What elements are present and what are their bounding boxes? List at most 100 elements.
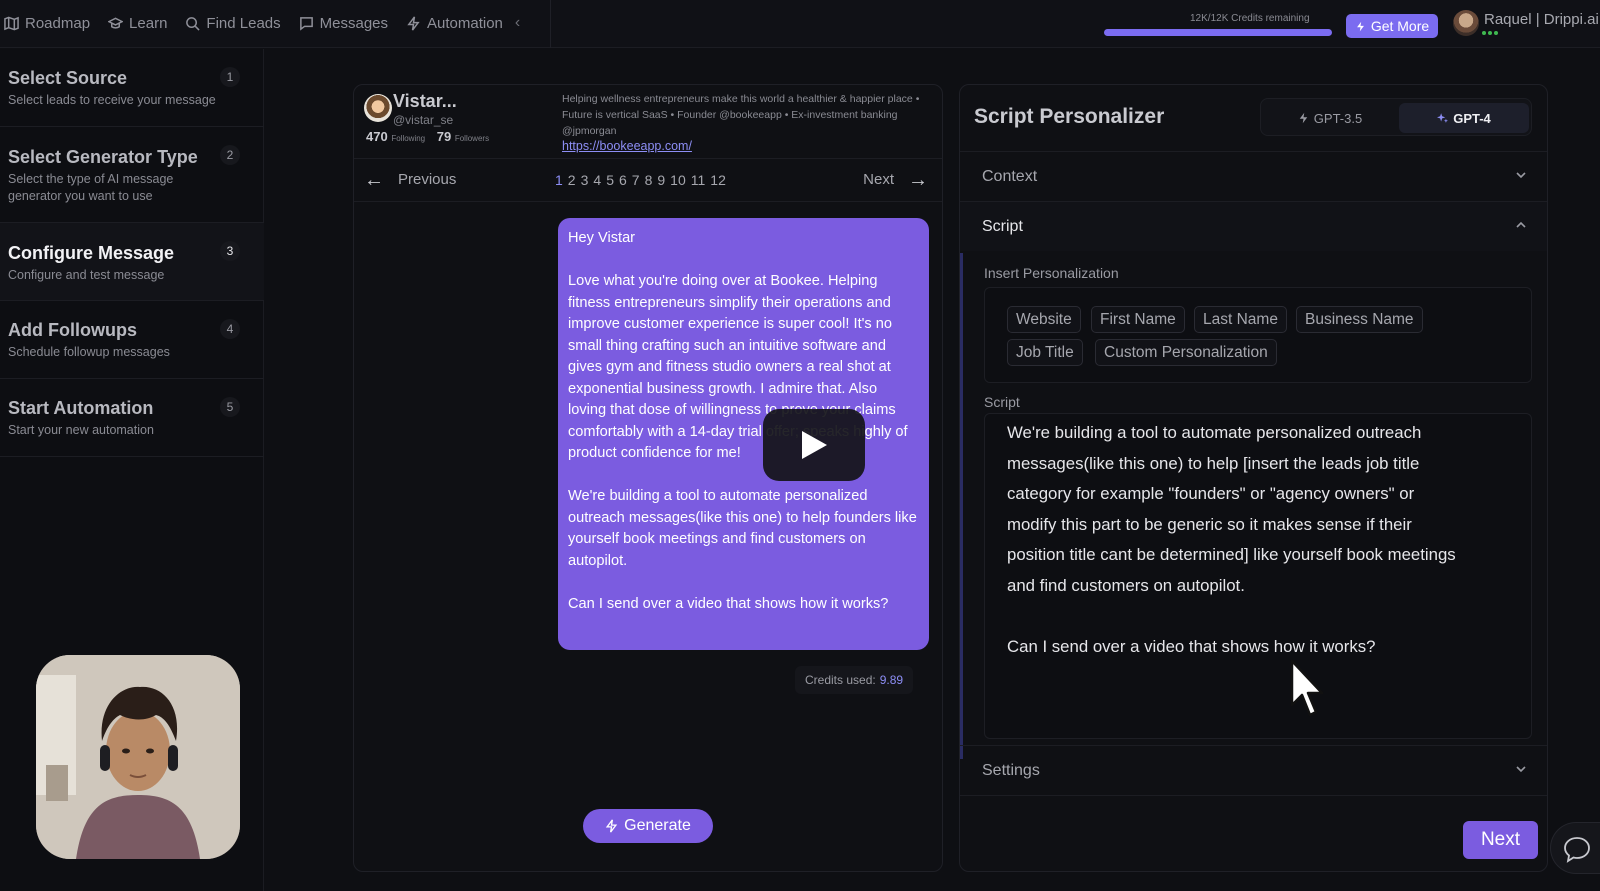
step-description: Start your new automation (8, 423, 154, 437)
step-select-generator-type[interactable]: Select Generator Type Select the type of… (0, 127, 264, 223)
divider (960, 795, 1547, 796)
insert-personalization-label: Insert Personalization (984, 265, 1119, 281)
nav-roadmap[interactable]: Roadmap (4, 15, 90, 32)
step-select-source[interactable]: Select Source Select leads to receive yo… (0, 49, 264, 127)
lightning-icon (1356, 21, 1364, 31)
lead-stats: 470 Following 79 Followers (366, 129, 497, 144)
message-greeting: Hey Vistar (568, 230, 636, 246)
previous-button[interactable]: ← Previous (364, 168, 457, 191)
gpt-4-option[interactable]: GPT-4 (1399, 103, 1529, 133)
nav-find-leads[interactable]: Find Leads (185, 15, 281, 32)
step-start-automation[interactable]: Start Automation Start your new automati… (0, 379, 264, 457)
page-number[interactable]: 9 (657, 172, 665, 188)
script-field-label: Script (984, 394, 1020, 410)
generate-button[interactable]: Generate (583, 809, 713, 843)
lead-bio: Helping wellness entrepreneurs make this… (562, 93, 920, 137)
chip-custom-personalization[interactable]: Custom Personalization (1095, 339, 1277, 366)
video-play-button[interactable] (763, 409, 865, 481)
page-number[interactable]: 12 (710, 172, 726, 188)
model-label: GPT-4 (1453, 110, 1491, 126)
page-number[interactable]: 5 (606, 172, 614, 188)
lead-website-link[interactable]: https://bookeeapp.com/ (562, 139, 692, 153)
next-lead-button[interactable]: Next → (863, 168, 928, 191)
step-number-badge: 4 (220, 319, 240, 339)
lightning-icon (407, 15, 420, 31)
step-description: Configure and test message (8, 268, 165, 282)
generated-message-bubble: Hey Vistar Love what you're doing over a… (558, 218, 929, 650)
personalization-chips: Website First Name Last Name Business Na… (984, 287, 1532, 383)
chip-business-name[interactable]: Business Name (1296, 306, 1423, 333)
arrow-right-icon: → (908, 168, 928, 191)
model-toggle: GPT-3.5 GPT-4 (1260, 98, 1532, 136)
user-name[interactable]: Raquel | Drippi.ai (1484, 11, 1599, 28)
presenter-image (36, 655, 240, 859)
nav-learn[interactable]: Learn (108, 15, 167, 32)
status-indicator (1482, 31, 1498, 35)
webcam-overlay (36, 655, 240, 859)
get-more-label: Get More (1370, 18, 1430, 34)
page-number[interactable]: 4 (593, 172, 601, 188)
main-nav: Roadmap Learn Find Leads Messages Automa… (4, 0, 520, 46)
accordion-label: Settings (982, 761, 1040, 779)
chip-first-name[interactable]: First Name (1091, 306, 1185, 333)
credits-used-value: 9.89 (879, 673, 904, 687)
chevron-down-icon (1516, 172, 1526, 179)
step-number-badge: 5 (220, 397, 240, 417)
sparkle-icon (1437, 113, 1449, 123)
context-accordion[interactable]: Context (960, 151, 1547, 201)
support-chat-button[interactable] (1550, 822, 1600, 874)
credits-used-badge: Credits used: 9.89 (795, 666, 914, 694)
page-number[interactable]: 3 (581, 172, 589, 188)
step-description: Select the type of AI message generator … (8, 172, 174, 203)
step-add-followups[interactable]: Add Followups Schedule followup messages… (0, 301, 264, 379)
lead-avatar (364, 94, 392, 122)
collapse-nav-icon[interactable]: ‹ (515, 14, 520, 32)
script-accordion[interactable]: Script (960, 201, 1547, 251)
script-textarea[interactable]: We're building a tool to automate person… (984, 413, 1532, 739)
gpt-3-5-option[interactable]: GPT-3.5 (1265, 103, 1395, 133)
page-number[interactable]: 8 (645, 172, 653, 188)
chip-website[interactable]: Website (1007, 306, 1081, 333)
chip-job-title[interactable]: Job Title (1007, 339, 1083, 366)
previous-label: Previous (398, 171, 457, 188)
nav-label: Messages (319, 14, 389, 32)
get-more-button[interactable]: Get More (1346, 14, 1438, 38)
generate-label: Generate (624, 817, 691, 834)
step-description: Schedule followup messages (8, 345, 170, 359)
model-label: GPT-3.5 (1313, 110, 1363, 126)
lightning-icon (605, 819, 618, 833)
step-title: Select Generator Type (8, 147, 198, 167)
chip-last-name[interactable]: Last Name (1194, 306, 1287, 333)
page-number[interactable]: 7 (632, 172, 640, 188)
lightning-icon (1299, 112, 1308, 124)
nav-label: Roadmap (25, 14, 91, 32)
page-number[interactable]: 10 (670, 172, 686, 188)
settings-accordion[interactable]: Settings (960, 745, 1547, 795)
lead-handle: @vistar_se (393, 113, 454, 127)
nav-label: Automation (427, 14, 503, 32)
page-number[interactable]: 6 (619, 172, 627, 188)
step-title: Start Automation (8, 398, 154, 418)
nav-label: Learn (129, 14, 168, 32)
nav-divider (550, 0, 551, 48)
message-paragraph: We're building a tool to automate person… (568, 488, 917, 569)
arrow-left-icon: ← (364, 168, 384, 191)
lead-name: Vistar... (393, 91, 457, 111)
nav-automation[interactable]: Automation (406, 15, 503, 32)
script-personalizer-panel: Script Personalizer GPT-3.5 GPT-4 Contex… (959, 84, 1548, 872)
graduation-cap-icon (108, 17, 124, 29)
mouse-cursor-icon (1290, 659, 1324, 717)
step-title: Add Followups (8, 320, 137, 340)
page-number[interactable]: 11 (691, 172, 706, 188)
user-avatar[interactable] (1453, 10, 1479, 36)
lead-pager: ← Previous 1 2 3 4 5 6 7 8 9 10 11 12 Ne… (354, 160, 942, 202)
next-button[interactable]: Next (1463, 821, 1538, 859)
page-number[interactable]: 1 (555, 172, 563, 188)
step-configure-message[interactable]: Configure Message Configure and test mes… (0, 223, 264, 301)
step-number-badge: 2 (220, 145, 240, 165)
message-paragraph: Can I send over a video that shows how i… (568, 595, 889, 612)
nav-messages[interactable]: Messages (299, 15, 388, 32)
panel-title: Script Personalizer (974, 105, 1165, 128)
page-number[interactable]: 2 (568, 172, 576, 188)
credits-remaining-text: 12K/12K Credits remaining (1190, 13, 1310, 24)
